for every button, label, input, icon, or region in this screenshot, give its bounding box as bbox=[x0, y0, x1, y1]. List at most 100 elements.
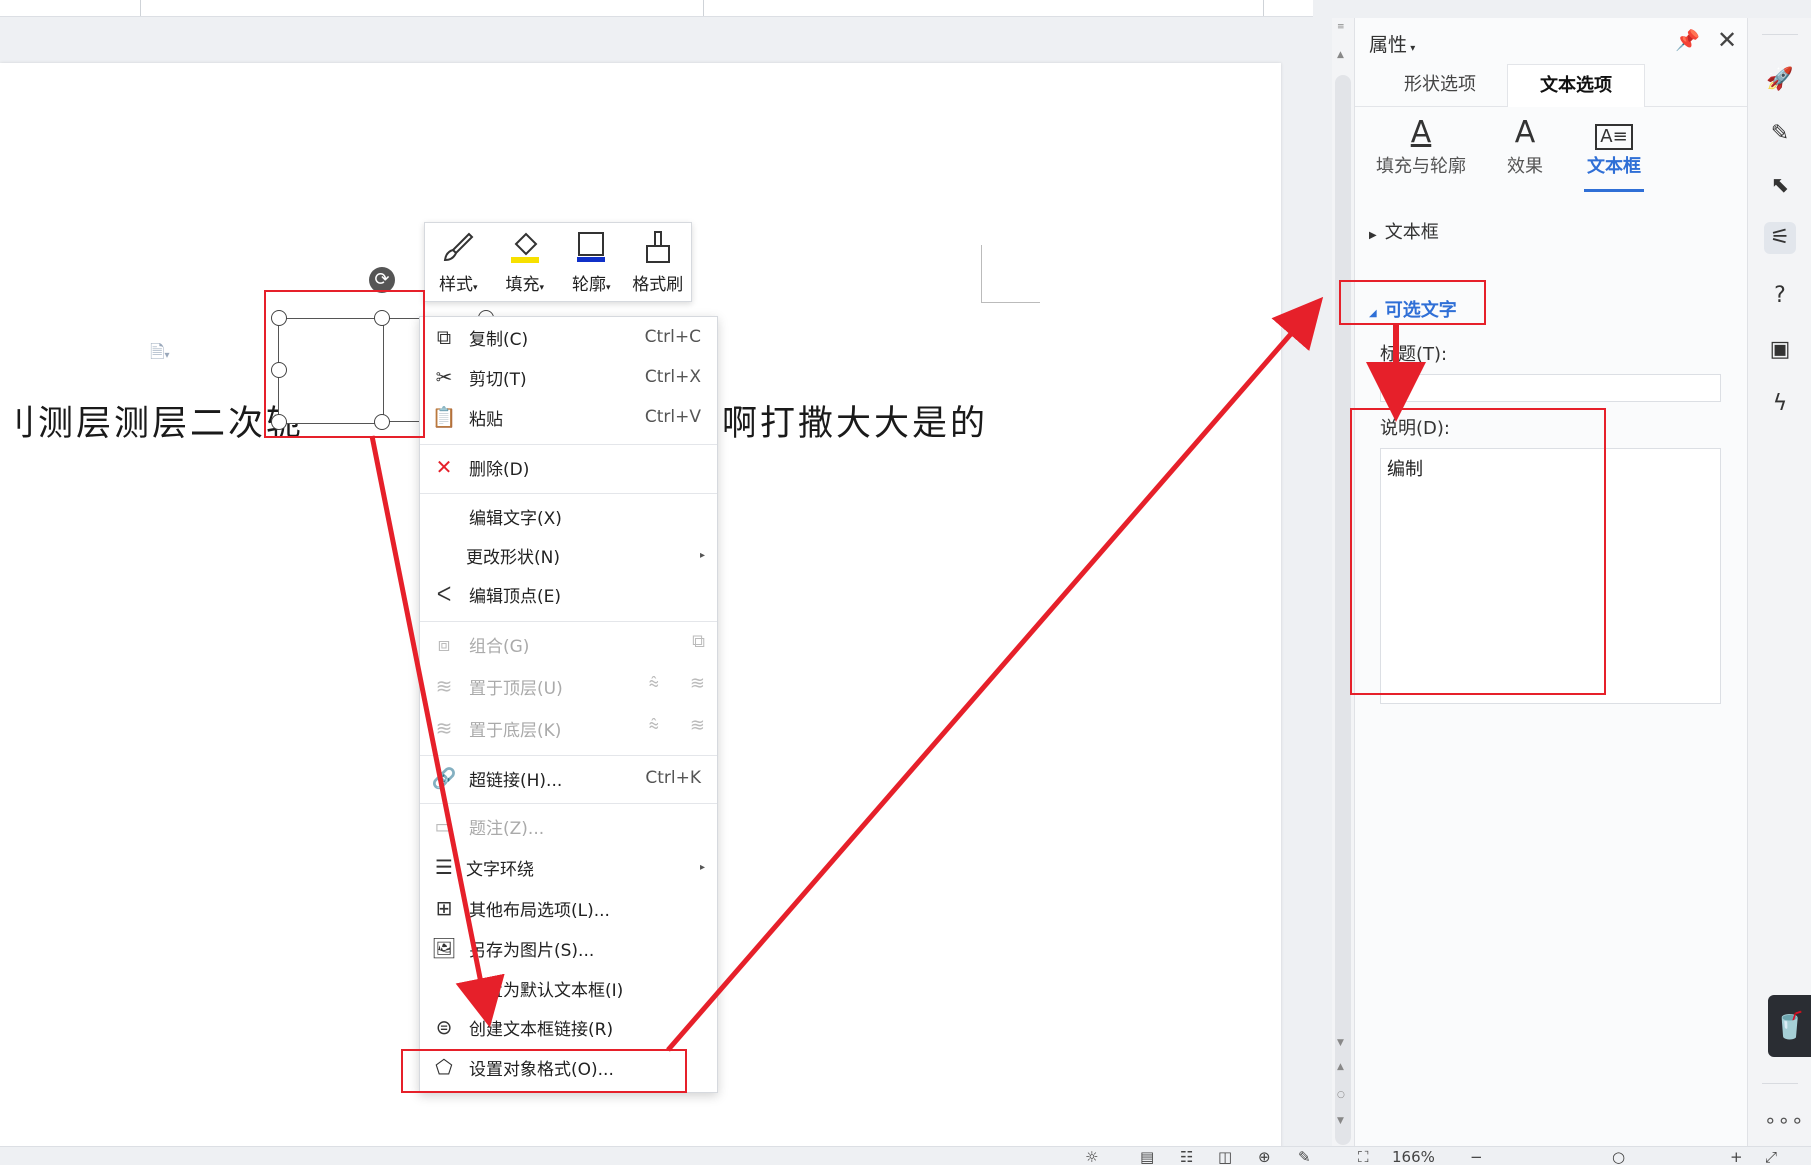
rocket-icon[interactable]: 🚀 bbox=[1764, 64, 1796, 96]
menu-label: 剪切(T) bbox=[469, 369, 527, 390]
menu-label: 超链接(H)... bbox=[469, 770, 563, 791]
pin-icon[interactable]: 📌 bbox=[1675, 28, 1700, 52]
style-button[interactable]: 样式▾ bbox=[425, 223, 492, 301]
menu-item-edit-text[interactable]: 编辑文字(X) bbox=[420, 497, 717, 535]
outline-button[interactable]: 轮廓▾ bbox=[558, 223, 625, 301]
outline-view-icon[interactable]: ☷ bbox=[1180, 1148, 1193, 1165]
cursor-icon[interactable]: ⬉ bbox=[1764, 170, 1796, 202]
zoom-level[interactable]: 166% bbox=[1392, 1148, 1435, 1165]
document-icon[interactable]: 🗎▾ bbox=[150, 340, 170, 370]
next-page-icon[interactable]: ▼ bbox=[1337, 1116, 1344, 1126]
page-view-icon[interactable]: ▤ bbox=[1140, 1148, 1154, 1165]
read-view-icon[interactable]: ◫ bbox=[1218, 1148, 1232, 1165]
menu-label: 设置为默认文本框(I) bbox=[469, 980, 624, 1001]
menu-item-group[interactable]: ⧈ 组合(G) ⧉ bbox=[420, 625, 717, 663]
panel-subtabs: A 填充与轮廓 A 效果 A≡ 文本框 bbox=[1355, 114, 1747, 192]
text-fill-icon: A bbox=[1410, 115, 1432, 150]
zoom-slider-knob[interactable]: ○ bbox=[1612, 1148, 1625, 1165]
scissors-icon: ✂ bbox=[435, 365, 453, 389]
resize-handle-left[interactable] bbox=[271, 362, 287, 378]
menu-item-send-to-back[interactable]: ≋ 置于底层(K) ⩯ ≋ bbox=[420, 709, 717, 747]
menu-item-more-layout[interactable]: ⊞ 其他布局选项(L)... bbox=[420, 889, 717, 927]
more-icon[interactable]: ∘∘∘ bbox=[1764, 1108, 1805, 1132]
document-text-left[interactable]: 刂测层测层二次轭 bbox=[0, 395, 304, 446]
panel-title[interactable]: 属性 ▾ bbox=[1369, 30, 1415, 57]
send-backward-icon: ⩯ bbox=[648, 715, 659, 736]
fit-page-icon[interactable]: ⛶ bbox=[1358, 1148, 1369, 1165]
menu-item-delete[interactable]: ✕ 删除(D) bbox=[420, 448, 717, 486]
page-corner-mark bbox=[981, 245, 1040, 303]
document-text-right[interactable]: 啊打撒大大是的 bbox=[722, 395, 988, 446]
fill-label: 填充▾ bbox=[505, 274, 545, 295]
sidebar-divider bbox=[1762, 34, 1798, 35]
fill-button[interactable]: 填充▾ bbox=[492, 223, 559, 301]
menu-item-paste[interactable]: 📋 粘贴 Ctrl+V bbox=[420, 398, 717, 436]
menu-label: 编辑文字(X) bbox=[469, 508, 562, 529]
scroll-down-icon[interactable]: ▼ bbox=[1337, 1038, 1344, 1048]
resize-handle-top-left[interactable] bbox=[271, 310, 287, 326]
brush-icon bbox=[441, 230, 475, 264]
resize-handle-bottom-left[interactable] bbox=[271, 414, 287, 430]
scroll-up-icon[interactable]: ▲ bbox=[1337, 50, 1344, 60]
menu-separator bbox=[420, 444, 717, 445]
properties-sliders-icon[interactable]: ⚟ bbox=[1764, 222, 1796, 254]
menu-item-save-as-picture[interactable]: 🖼 另存为图片(S)... bbox=[420, 929, 717, 967]
scrollbar-thumb[interactable] bbox=[1335, 75, 1351, 1145]
prev-page-icon[interactable]: ▲ bbox=[1337, 1062, 1344, 1072]
close-icon[interactable]: ✕ bbox=[1717, 26, 1737, 54]
write-view-icon[interactable]: ✎ bbox=[1298, 1148, 1311, 1165]
pen-icon[interactable]: ✎ bbox=[1764, 118, 1796, 150]
menu-label: 其他布局选项(L)... bbox=[469, 900, 610, 921]
menu-item-copy[interactable]: ⧉ 复制(C) Ctrl+C bbox=[420, 318, 717, 356]
properties-panel: 属性 ▾ 📌 ✕ 形状选项 文本选项 A 填充与轮廓 A 效果 A≡ 文本框 ▶… bbox=[1354, 18, 1747, 1146]
selected-textbox-shape[interactable] bbox=[278, 318, 384, 424]
eye-protection-icon[interactable]: ☼ bbox=[1085, 1148, 1098, 1165]
tab-text-options[interactable]: 文本选项 bbox=[1507, 64, 1645, 107]
alt-title-input[interactable] bbox=[1380, 374, 1721, 402]
subtab-effects[interactable]: A 效果 bbox=[1475, 114, 1575, 186]
status-bar: ☼ ▤ ☷ ◫ ⊕ ✎ ⛶ 166% − ○ + ⤢ bbox=[0, 1146, 1811, 1165]
section-textbox[interactable]: ▶ 文本框 bbox=[1369, 218, 1439, 244]
fullscreen-icon[interactable]: ⤢ bbox=[1765, 1148, 1777, 1165]
group-icon: ⧈ bbox=[437, 632, 451, 656]
edit-points-icon: ᐸ bbox=[436, 582, 452, 606]
menu-item-edit-points[interactable]: ᐸ 编辑顶点(E) bbox=[420, 575, 717, 613]
section-alt-text[interactable]: ◢ 可选文字 bbox=[1369, 296, 1457, 322]
select-browse-icon[interactable]: ○ bbox=[1337, 1090, 1345, 1100]
menu-item-set-default[interactable]: 设置为默认文本框(I) bbox=[420, 969, 717, 1007]
zoom-out-icon[interactable]: − bbox=[1470, 1148, 1483, 1165]
menu-label: 另存为图片(S)... bbox=[469, 940, 595, 961]
menu-item-caption[interactable]: ▭ 题注(Z)... bbox=[420, 807, 717, 845]
menu-item-format-object[interactable]: ⬠ 设置对象格式(O)... bbox=[420, 1048, 717, 1086]
menu-label: 文字环绕 bbox=[466, 859, 534, 880]
tab-shape-options[interactable]: 形状选项 bbox=[1375, 64, 1505, 106]
menu-item-text-wrap[interactable]: ☰ 文字环绕 ▸ bbox=[420, 848, 717, 886]
subtab-textbox[interactable]: A≡ 文本框 bbox=[1564, 114, 1664, 192]
menu-item-cut[interactable]: ✂ 剪切(T) Ctrl+X bbox=[420, 358, 717, 396]
rotate-handle-icon[interactable]: ⟳ bbox=[369, 267, 395, 293]
text-wrap-icon: ☰ bbox=[435, 855, 453, 879]
image-tool-icon[interactable]: ▣ bbox=[1764, 334, 1796, 366]
web-view-icon[interactable]: ⊕ bbox=[1258, 1148, 1271, 1165]
menu-item-create-link[interactable]: ⊜ 创建文本框链接(R) bbox=[420, 1008, 717, 1046]
menu-item-bring-to-front[interactable]: ≋ 置于顶层(U) ⩯ ≋ bbox=[420, 667, 717, 705]
alt-description-label: 说明(D): bbox=[1380, 418, 1450, 439]
subtab-fill-outline[interactable]: A 填充与轮廓 bbox=[1371, 114, 1471, 186]
subtab-label: 效果 bbox=[1507, 156, 1543, 177]
zoom-in-icon[interactable]: + bbox=[1730, 1148, 1743, 1165]
resize-handle-top[interactable] bbox=[374, 310, 390, 326]
menu-item-hyperlink[interactable]: 🔗 超链接(H)... Ctrl+K bbox=[420, 759, 717, 797]
lightning-icon[interactable]: ϟ bbox=[1764, 388, 1796, 420]
delete-x-icon: ✕ bbox=[435, 455, 453, 479]
format-painter-button[interactable]: 格式刷 bbox=[625, 223, 692, 301]
link-icon: 🔗 bbox=[431, 766, 457, 790]
menu-item-change-shape[interactable]: 更改形状(N) ▸ bbox=[420, 536, 717, 574]
help-icon[interactable]: ? bbox=[1764, 280, 1796, 312]
menu-label: 组合(G) bbox=[469, 636, 530, 657]
vertical-scrollbar[interactable]: ≡ ▲ ▼ ▲ ○ ▼ bbox=[1332, 18, 1354, 1146]
alt-description-textarea[interactable]: 编制 bbox=[1380, 448, 1721, 704]
resize-handle-bottom[interactable] bbox=[374, 414, 390, 430]
collapse-arrow-icon: ◢ bbox=[1369, 308, 1377, 319]
cup-icon[interactable]: 🥤 bbox=[1768, 995, 1811, 1057]
bring-forward-icon: ⩯ bbox=[648, 673, 659, 694]
